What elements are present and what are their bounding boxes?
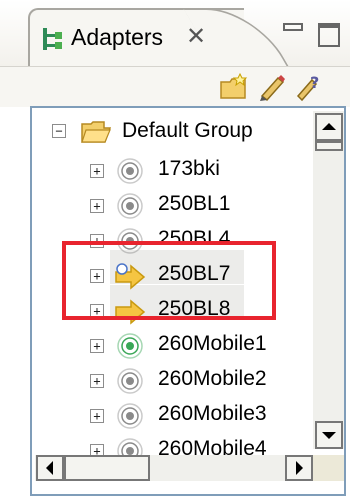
help-query-icon[interactable]: ? [294,72,326,102]
adapter-inactive-icon [117,403,143,429]
collapse-icon[interactable]: − [52,124,66,138]
new-folder-icon[interactable] [218,72,250,102]
tree-group-label[interactable]: Default Group [122,119,253,143]
scroll-corner [313,455,344,481]
tree-item-label[interactable]: 173bki [158,157,220,181]
adapters-view: Adapters ✕ ? − Default Group +173bki +250… [0,0,350,496]
horizontal-scroll-thumb[interactable] [64,455,150,481]
expand-icon[interactable]: + [90,374,104,388]
scroll-left-button[interactable] [36,455,64,481]
maximize-view-button[interactable] [318,23,340,47]
edit-pencil-icon[interactable] [256,72,288,102]
expand-icon[interactable]: + [90,339,104,353]
vertical-scrollbar[interactable] [313,111,344,449]
tree-item-label[interactable]: 260Mobile2 [158,367,267,391]
close-icon[interactable]: ✕ [186,22,206,51]
tab-title: Adapters [71,24,164,50]
scroll-right-button[interactable] [285,455,313,481]
minimize-view-button[interactable] [283,23,303,31]
open-folder-icon [81,121,112,143]
scroll-up-button[interactable] [315,113,343,141]
adapter-inactive-icon [117,193,143,219]
scroll-down-button[interactable] [315,421,343,449]
adapter-inactive-icon [117,368,143,394]
tree-item-label[interactable]: 250BL1 [158,192,230,216]
expand-icon[interactable]: + [90,409,104,423]
svg-text:?: ? [310,73,319,92]
tree-item-label[interactable]: 260Mobile3 [158,402,267,426]
adapters-tree-icon [43,28,62,50]
vertical-scroll-thumb[interactable] [315,141,343,151]
expand-icon[interactable]: + [90,199,104,213]
highlight-box [62,241,276,320]
adapter-active-icon [117,333,143,359]
tree-item-label[interactable]: 260Mobile1 [158,332,267,356]
expand-icon[interactable]: + [90,164,104,178]
adapter-inactive-icon [117,158,143,184]
